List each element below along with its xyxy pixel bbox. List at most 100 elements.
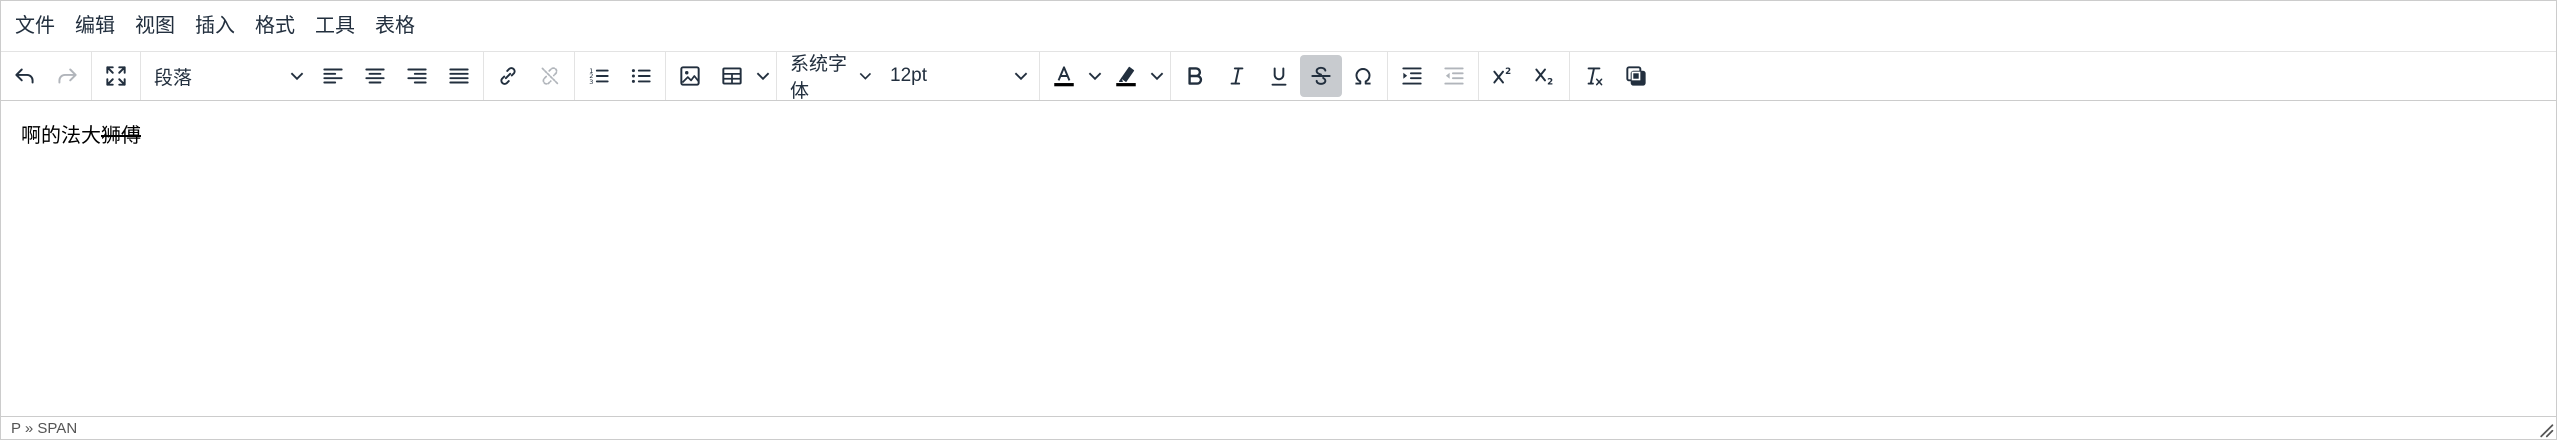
underline-button[interactable] [1258,55,1300,97]
text-color-split-button[interactable] [1043,55,1105,97]
text-color-dropdown[interactable] [1085,55,1105,97]
italic-icon [1230,67,1244,85]
toolbar: 段落 123 系统字体 12pt 2 2 [1,51,2556,102]
superscript-button[interactable]: 2 [1482,55,1524,97]
font-group: 系统字体 12pt [777,52,1040,102]
block-format-select[interactable]: 段落 [144,55,312,97]
chevron-down-icon [290,72,304,81]
align-center-button[interactable] [354,55,396,97]
strikethrough-text: 狮傅 [101,125,141,147]
menu-table[interactable]: 表格 [365,6,425,46]
omega-icon [1355,68,1371,85]
block-format-value: 段落 [154,67,193,89]
view-group [92,52,141,100]
align-justify-button[interactable] [438,55,480,97]
text-style-group [1171,52,1388,100]
svg-text:3: 3 [589,78,593,86]
undo-button[interactable] [4,55,46,97]
blocks-group: 段落 [141,52,484,100]
image-button[interactable] [669,55,711,97]
special-character-button[interactable] [1342,55,1384,97]
chevron-down-icon [859,72,872,80]
table-icon [722,67,742,85]
align-justify-icon [449,68,469,84]
align-right-button[interactable] [396,55,438,97]
font-size-select[interactable]: 12pt [880,55,1036,97]
paragraph[interactable]: 啊的法大狮傅 [21,122,2536,150]
align-center-icon [365,68,385,84]
text-color-icon [1054,66,1074,87]
strikethrough-button[interactable] [1300,55,1342,97]
subscript-icon: 2 [1535,68,1553,88]
highlight-color-button[interactable] [1105,55,1147,97]
link-group [484,52,575,100]
bullet-list-button[interactable] [620,55,662,97]
align-left-button[interactable] [312,55,354,97]
element-path[interactable]: P » SPAN [11,420,77,437]
unlink-icon [541,67,559,85]
bold-button[interactable] [1174,55,1216,97]
copy-format-button[interactable] [1615,55,1657,97]
superscript-icon: 2 [1493,67,1511,84]
menu-insert[interactable]: 插入 [185,6,245,46]
svg-text:2: 2 [1547,78,1553,88]
resize-handle[interactable] [2534,418,2554,438]
link-icon [500,67,516,85]
copy-format-icon [1626,66,1646,86]
redo-button[interactable] [46,55,88,97]
menu-edit[interactable]: 编辑 [65,6,125,46]
numbered-list-button[interactable]: 123 [578,55,620,97]
indent-icon [1402,67,1422,85]
align-left-icon [323,68,343,84]
highlight-color-dropdown[interactable] [1147,55,1167,97]
indent-button[interactable] [1391,55,1433,97]
insert-group [666,52,777,100]
fullscreen-button[interactable] [95,55,137,97]
image-icon [680,66,700,86]
text-color-button[interactable] [1043,55,1085,97]
redo-icon [58,68,77,84]
underline-icon [1271,67,1287,86]
font-family-value: 系统字体 [790,54,848,102]
chevron-down-icon [756,72,770,81]
paragraph-text: 啊的法大 [21,125,101,147]
menubar: 文件 编辑 视图 插入 格式 工具 表格 [1,1,2556,51]
highlighter-icon [1116,66,1136,87]
format-tools-group [1570,52,1660,100]
highlight-color-split-button[interactable] [1105,55,1167,97]
link-button[interactable] [487,55,529,97]
svg-text:2: 2 [1505,67,1511,77]
chevron-down-icon [1088,72,1102,81]
menu-format[interactable]: 格式 [245,6,305,46]
undo-icon [15,68,34,84]
chevron-down-icon [1014,72,1028,81]
history-group [1,52,92,100]
bold-icon [1188,67,1203,85]
remove-format-button[interactable] [1573,55,1615,97]
rich-text-editor: 文件 编辑 视图 插入 格式 工具 表格 段落 1 2 3 系统字体 12pt … [0,0,2557,440]
menu-view[interactable]: 视图 [125,6,185,46]
statusbar: P » SPAN [1,416,2556,439]
chevron-down-icon [1150,72,1164,81]
subscript-button[interactable]: 2 [1524,55,1566,97]
fullscreen-icon [106,66,126,86]
outdent-button[interactable] [1433,55,1475,97]
table-button[interactable] [711,55,753,97]
list-group: 123 [575,52,666,100]
menu-tools[interactable]: 工具 [305,6,365,46]
table-split-button[interactable] [711,55,773,97]
menu-file[interactable]: 文件 [5,6,65,46]
unlink-button[interactable] [529,55,571,97]
italic-button[interactable] [1216,55,1258,97]
table-dropdown[interactable] [753,55,773,97]
font-size-value: 12pt [890,65,927,86]
outdent-icon [1444,67,1464,85]
font-family-select[interactable]: 系统字体 [780,54,880,102]
script-group: 2 2 [1479,52,1570,100]
indent-group [1388,52,1479,100]
strikethrough-icon [1311,66,1331,85]
bullet-list-icon [631,69,651,83]
resize-grip-icon [2540,424,2554,438]
editor-content[interactable]: 啊的法大狮傅 [1,102,2556,416]
align-right-icon [407,68,427,84]
